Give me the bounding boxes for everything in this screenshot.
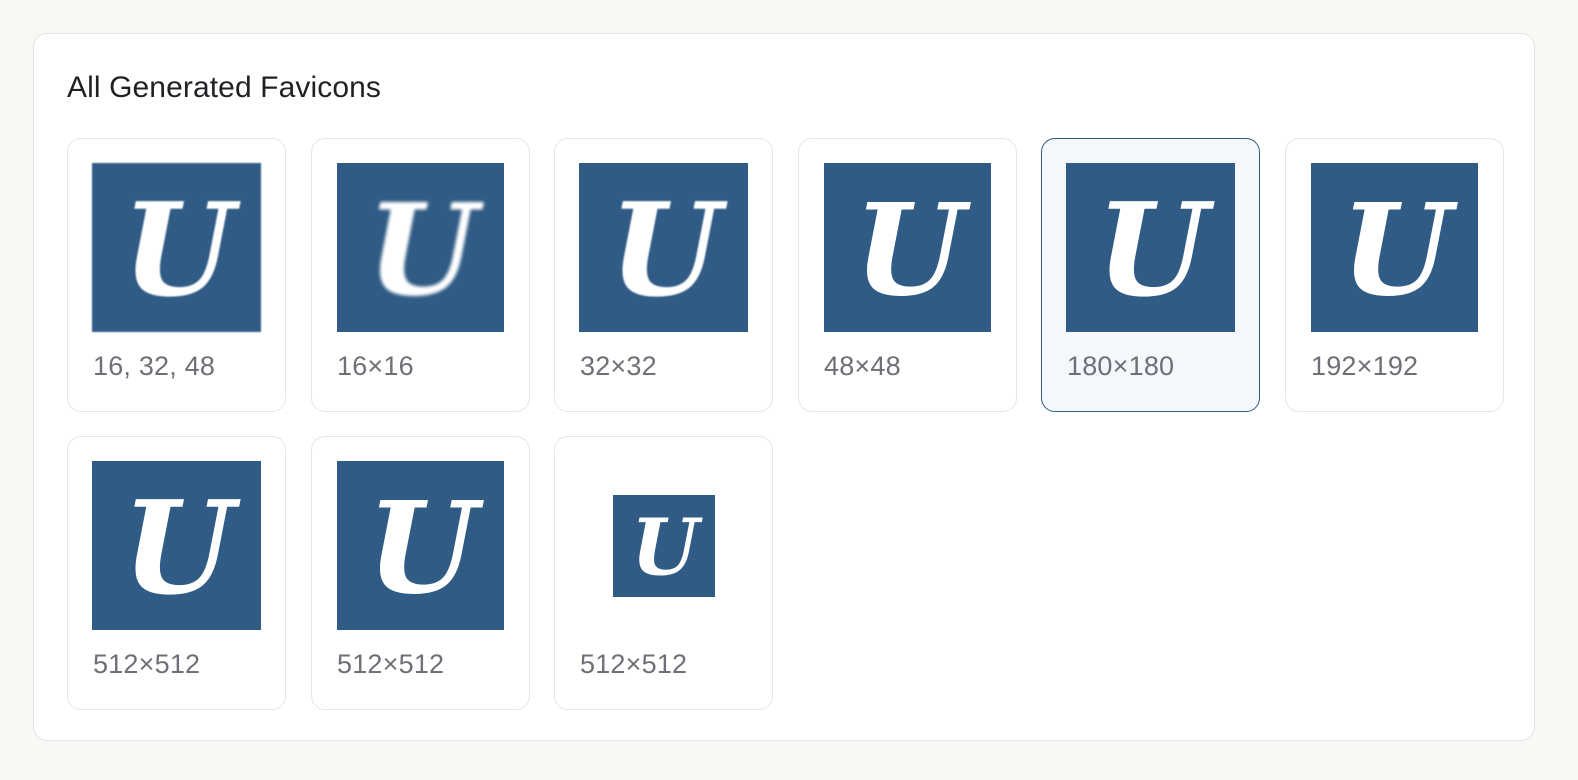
favicon-thumbnail: U: [823, 163, 992, 332]
svg-text:U: U: [631, 502, 703, 593]
favicon-thumbnail: U: [579, 461, 748, 630]
favicon-size-label: 512×512: [580, 649, 688, 679]
favicon-size-label: 192×192: [1311, 351, 1419, 381]
svg-text:U: U: [854, 175, 972, 324]
favicon-thumbnail: U: [579, 163, 748, 332]
svg-text:U: U: [609, 175, 728, 326]
svg-text:U: U: [1341, 175, 1459, 324]
letter-u-icon: U: [1341, 175, 1459, 324]
favicon-card-16[interactable]: U 16×16: [311, 138, 530, 412]
letter-u-icon: U: [1096, 175, 1215, 326]
favicon-image: U: [579, 163, 748, 332]
letter-u-icon: U: [122, 473, 241, 624]
favicon-thumbnail: U: [92, 163, 261, 332]
letter-u-icon: U: [367, 175, 485, 324]
favicon-card-512-maskable[interactable]: U 512×512: [311, 436, 530, 710]
favicon-image: U: [612, 494, 715, 597]
svg-text:U: U: [1096, 175, 1215, 326]
svg-text:U: U: [122, 473, 241, 624]
favicon-card-512-padded[interactable]: U 512×512: [554, 436, 773, 710]
letter-u-icon: U: [631, 502, 703, 593]
favicon-card-32[interactable]: U 32×32: [554, 138, 773, 412]
favicon-size-label: 16, 32, 48: [93, 351, 216, 381]
letter-u-icon: U: [854, 175, 972, 324]
panel-title: All Generated Favicons: [67, 71, 382, 104]
favicon-thumbnail: U: [336, 163, 505, 332]
favicon-size-label: 48×48: [824, 351, 901, 381]
favicon-thumbnail: U: [1066, 163, 1235, 332]
favicon-card-192[interactable]: U 192×192: [1285, 138, 1504, 412]
favicon-image: U: [1311, 163, 1478, 332]
favicon-image: U: [824, 163, 991, 332]
letter-u-icon: U: [367, 473, 485, 622]
svg-text:U: U: [122, 175, 241, 326]
favicon-size-label: 512×512: [337, 649, 445, 679]
favicon-thumbnail: U: [336, 461, 505, 630]
letter-u-icon: U: [609, 175, 728, 326]
favicon-image: U: [337, 461, 504, 630]
favicon-thumbnail: U: [1310, 163, 1479, 332]
favicon-size-label: 16×16: [337, 351, 414, 381]
svg-text:U: U: [367, 473, 485, 622]
favicon-card-48[interactable]: U 48×48: [798, 138, 1017, 412]
favicon-thumbnail: U: [92, 461, 261, 630]
favicon-size-label: 32×32: [580, 351, 657, 381]
svg-text:U: U: [367, 175, 485, 324]
favicon-image: U: [92, 163, 261, 332]
favicons-panel: All Generated Favicons U 16, 32, 48 U 16…: [33, 33, 1535, 741]
favicon-card-180[interactable]: U 180×180: [1041, 138, 1260, 412]
favicon-card-ico[interactable]: U 16, 32, 48: [67, 138, 286, 412]
favicon-image: U: [1066, 163, 1235, 332]
letter-u-icon: U: [122, 175, 241, 326]
favicon-image: U: [92, 461, 261, 630]
favicon-size-label: 180×180: [1067, 351, 1175, 381]
favicon-image: U: [337, 163, 504, 332]
favicon-card-512[interactable]: U 512×512: [67, 436, 286, 710]
favicon-size-label: 512×512: [93, 649, 201, 679]
